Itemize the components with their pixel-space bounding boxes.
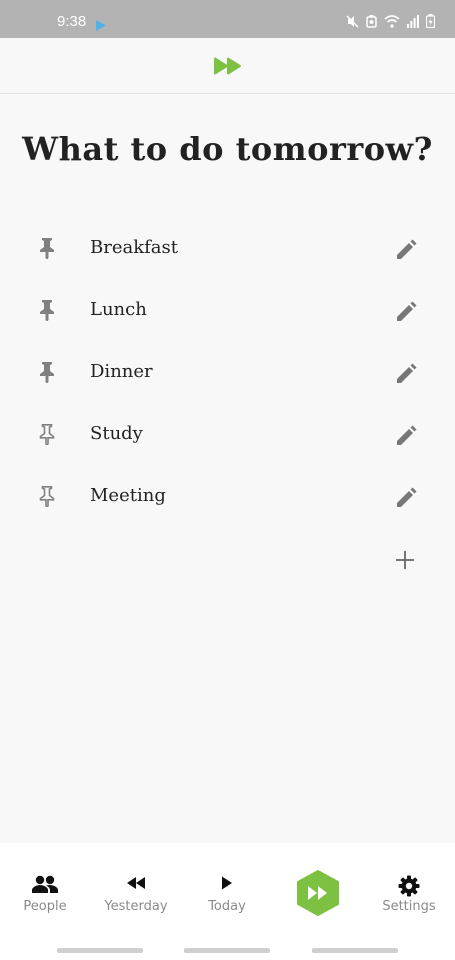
nav-people[interactable]: People	[10, 843, 80, 943]
pin-filled-icon[interactable]	[37, 299, 57, 325]
pin-filled-icon[interactable]	[37, 237, 57, 263]
nav-tomorrow[interactable]	[290, 843, 346, 943]
gear-icon	[398, 875, 420, 901]
nav-label: Today	[208, 899, 246, 914]
pin-filled-icon[interactable]	[37, 361, 57, 387]
list-item[interactable]: Study	[0, 403, 455, 465]
list-item[interactable]: Meeting	[0, 465, 455, 527]
pin-outline-icon[interactable]	[37, 485, 57, 511]
nav-label: People	[23, 899, 67, 914]
pencil-icon[interactable]	[396, 487, 417, 512]
pencil-icon[interactable]	[396, 301, 417, 326]
list-item[interactable]: Breakfast	[0, 217, 455, 279]
mute-icon	[346, 14, 359, 28]
people-icon	[32, 875, 58, 897]
status-bar: 9:38	[0, 0, 455, 38]
nav-label: Yesterday	[104, 899, 168, 914]
fast-forward-hexagon-icon	[296, 870, 340, 920]
system-home-button[interactable]	[184, 948, 270, 953]
system-nav-bar	[0, 943, 455, 960]
task-label: Study	[90, 423, 143, 444]
task-label: Dinner	[90, 361, 153, 382]
add-task-button[interactable]	[394, 549, 416, 571]
nav-label: Settings	[382, 899, 436, 914]
status-time: 9:38	[57, 13, 87, 30]
wifi-icon	[384, 14, 400, 28]
task-label: Lunch	[90, 299, 147, 320]
nav-yesterday[interactable]: Yesterday	[96, 843, 176, 943]
list-item[interactable]: Dinner	[0, 341, 455, 403]
pencil-icon[interactable]	[396, 363, 417, 388]
pencil-icon[interactable]	[396, 425, 417, 450]
play-indicator-icon	[96, 16, 106, 35]
fast-forward-icon	[214, 57, 242, 79]
task-list: Breakfast Lunch Dinner Study Meeting	[0, 217, 455, 527]
pencil-icon[interactable]	[396, 239, 417, 264]
pin-outline-icon[interactable]	[37, 423, 57, 449]
system-recents-button[interactable]	[57, 948, 143, 953]
battery-icon	[426, 14, 435, 28]
plus-icon	[394, 551, 416, 575]
task-label: Meeting	[90, 485, 166, 506]
signal-icon	[407, 14, 419, 28]
battery-saver-icon	[366, 14, 377, 28]
list-item[interactable]: Lunch	[0, 279, 455, 341]
bottom-nav: People Yesterday Today Settings	[0, 843, 455, 943]
rewind-icon	[126, 875, 146, 894]
status-icons	[346, 14, 435, 28]
nav-settings[interactable]: Settings	[374, 843, 444, 943]
page-title: What to do tomorrow?	[22, 130, 433, 168]
nav-today[interactable]: Today	[192, 843, 262, 943]
system-back-button[interactable]	[312, 948, 398, 953]
app-header	[0, 38, 455, 94]
play-icon	[221, 875, 233, 894]
task-label: Breakfast	[90, 237, 178, 258]
